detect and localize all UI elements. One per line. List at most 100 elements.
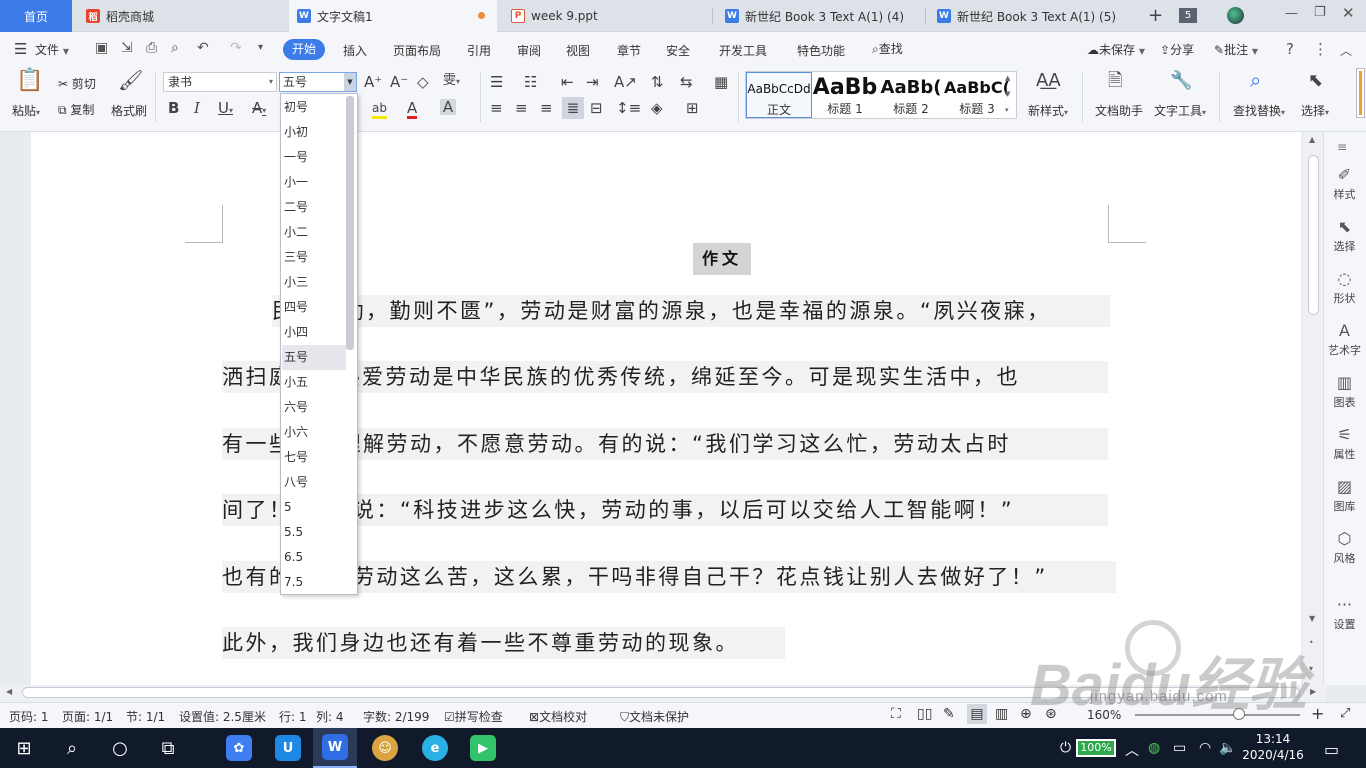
page-view-icon[interactable]: ▤ xyxy=(967,704,987,724)
taskbar-app-wps[interactable]: W xyxy=(313,728,357,768)
status-word-count[interactable]: 字数: 2/199 xyxy=(363,708,429,725)
sort-icon[interactable]: ⇅ xyxy=(651,74,664,90)
font-size-option[interactable]: 一号 xyxy=(282,145,346,170)
paste-button[interactable]: 粘贴▾ xyxy=(12,102,40,119)
collapse-ribbon-icon[interactable]: ︿ xyxy=(1340,42,1352,59)
numbered-list-icon[interactable]: ☷ xyxy=(524,74,537,90)
font-size-option[interactable]: 6.5 xyxy=(282,545,346,570)
tab-document-1[interactable]: W 文字文稿1 xyxy=(289,0,497,32)
power-plug-icon[interactable]: ⏻ xyxy=(1060,740,1071,756)
paragraph-line[interactable]: 民生在勤，勤则不匮”，劳动是财富的源泉，也是幸福的源泉。“夙兴夜寐， xyxy=(272,295,1110,327)
format-painter-button[interactable]: 格式刷 xyxy=(111,102,147,119)
font-size-option[interactable]: 小一 xyxy=(282,170,346,195)
annotate-button[interactable]: ✎批注 ▼ xyxy=(1214,41,1258,58)
fullscreen-icon[interactable]: ⛶ xyxy=(891,706,901,722)
wechat-icon[interactable]: ◍ xyxy=(1148,740,1160,756)
doc-helper-button[interactable]: 文档助手 xyxy=(1095,102,1143,119)
show-hidden-icons-icon[interactable]: ︿ xyxy=(1125,740,1139,760)
reading-mode-icon[interactable]: ▯▯ xyxy=(917,706,932,722)
font-size-option[interactable]: 7.5 xyxy=(282,570,346,595)
side-theme[interactable]: ⬡ 风格 xyxy=(1323,530,1366,566)
status-page[interactable]: 页码: 1 xyxy=(9,708,49,725)
hamburger-icon[interactable]: ☰ xyxy=(14,40,27,58)
align-left-icon[interactable]: ≡ xyxy=(490,100,503,116)
font-size-option[interactable]: 初号 xyxy=(282,95,346,120)
style-heading-2[interactable]: AaBb(标题 2 xyxy=(878,72,944,118)
side-wordart[interactable]: A 艺术字 xyxy=(1323,322,1366,358)
style-normal[interactable]: AaBbCcDd 正文 xyxy=(746,72,812,118)
style-scroll-down-icon[interactable]: ▼ xyxy=(1005,90,1010,98)
side-properties[interactable]: ⚟ 属性 xyxy=(1323,426,1366,462)
doc-helper-icon[interactable]: 🗎 xyxy=(1108,72,1122,90)
edit-mode-icon[interactable]: ✎ xyxy=(943,706,955,722)
document-title[interactable]: 作文 xyxy=(693,243,751,275)
side-chart[interactable]: ▥ 图表 xyxy=(1323,374,1366,410)
strikethrough-icon[interactable]: A▾ xyxy=(252,100,266,119)
outline-view-icon[interactable]: ▥ xyxy=(995,706,1008,722)
side-styles[interactable]: ✐ 样式 xyxy=(1323,166,1366,202)
spell-check-button[interactable]: ☑拼写检查 xyxy=(444,708,503,725)
avatar[interactable] xyxy=(1227,7,1244,24)
menu-dev-tools[interactable]: 开发工具 xyxy=(719,42,767,59)
select-browse-icon[interactable]: • xyxy=(1309,638,1314,647)
underline-icon[interactable]: U▾ xyxy=(218,100,233,119)
cut-button[interactable]: ✂ 剪切 xyxy=(58,75,96,92)
style-more-icon[interactable]: ▾ xyxy=(1005,106,1009,114)
grow-font-icon[interactable]: A⁺ xyxy=(364,74,382,90)
quick-access-more-icon[interactable]: ▾ xyxy=(258,42,263,53)
cursor-icon[interactable]: ⬉ xyxy=(1308,72,1323,90)
clear-format-icon[interactable]: ◇ xyxy=(417,74,429,90)
help-icon[interactable]: ? xyxy=(1286,40,1294,58)
decrease-indent-icon[interactable]: ⇤ xyxy=(561,74,574,90)
scroll-right-icon[interactable]: ▶ xyxy=(1310,687,1316,696)
status-col[interactable]: 列: 4 xyxy=(316,708,344,725)
more-icon[interactable]: ⋮ xyxy=(1313,40,1328,58)
share-button[interactable]: ⇪分享 xyxy=(1160,41,1194,58)
font-size-option[interactable]: 小二 xyxy=(282,220,346,245)
unsaved-status[interactable]: ☁未保存 ▼ xyxy=(1087,41,1145,58)
menu-file[interactable]: 文件 ▼ xyxy=(35,41,69,58)
print-preview-icon[interactable]: ⌕ xyxy=(171,40,179,56)
chevron-down-icon[interactable]: ▼ xyxy=(344,73,356,91)
bullet-list-icon[interactable]: ☰ xyxy=(490,74,503,90)
menu-security[interactable]: 安全 xyxy=(666,42,690,59)
next-page-icon[interactable]: ▾ xyxy=(1309,664,1313,673)
zoom-level[interactable]: 160% xyxy=(1087,708,1121,722)
show-hide-marks-icon[interactable]: ⇆ xyxy=(680,74,693,90)
side-settings[interactable]: ··· 设置 xyxy=(1323,596,1366,632)
dropdown-scroll-thumb[interactable] xyxy=(346,96,354,350)
close-icon[interactable]: ✕ xyxy=(1342,4,1355,22)
shrink-font-icon[interactable]: A⁻ xyxy=(390,74,408,90)
tab-book-4[interactable]: W 新世纪 Book 3 Text A(1) (4) xyxy=(717,0,925,32)
windows-start-icon[interactable]: ⊞ xyxy=(2,728,46,768)
print-icon[interactable]: ⎙ xyxy=(146,40,157,56)
web-view-icon[interactable]: ⊕ xyxy=(1020,706,1032,722)
font-size-option[interactable]: 小三 xyxy=(282,270,346,295)
menu-special-features[interactable]: 特色功能 xyxy=(797,42,845,59)
font-size-option[interactable]: 小五 xyxy=(282,370,346,395)
notifications-icon[interactable]: ▭ xyxy=(1324,740,1339,759)
task-view-icon[interactable]: ⧉ xyxy=(146,728,190,768)
font-color-icon[interactable]: A xyxy=(407,100,418,119)
font-size-option-selected[interactable]: 五号 xyxy=(282,345,346,370)
tab-book-5[interactable]: W 新世纪 Book 3 Text A(1) (5) xyxy=(929,0,1137,32)
minimize-icon[interactable]: — xyxy=(1285,6,1298,21)
find-replace-icon[interactable]: ⌕ xyxy=(1250,70,1261,90)
font-size-option[interactable]: 5.5 xyxy=(282,520,346,545)
justify-icon[interactable]: ≣ xyxy=(562,97,584,119)
new-tab-button[interactable]: + xyxy=(1148,5,1163,26)
distribute-icon[interactable]: ⊟ xyxy=(590,100,603,116)
battery-tray-icon[interactable]: ▭ xyxy=(1173,740,1186,756)
font-size-option[interactable]: 八号 xyxy=(282,470,346,495)
increase-indent-icon[interactable]: ⇥ xyxy=(586,74,599,90)
side-shapes[interactable]: ◌ 形状 xyxy=(1323,270,1366,306)
fill-shading-icon[interactable]: ◈ xyxy=(651,100,663,116)
text-direction-icon[interactable]: A↗ xyxy=(614,74,637,90)
style-heading-1[interactable]: AaBb 标题 1 xyxy=(812,72,878,118)
wrench-icon[interactable]: 🔧 xyxy=(1170,72,1192,90)
borders-icon[interactable]: ⊞ xyxy=(686,100,699,116)
tab-home[interactable]: 首页 xyxy=(0,0,72,32)
export-icon[interactable]: ⇲ xyxy=(121,40,133,56)
scroll-up-icon[interactable]: ▲ xyxy=(1309,135,1315,144)
battery-indicator[interactable]: 100% xyxy=(1076,739,1116,757)
